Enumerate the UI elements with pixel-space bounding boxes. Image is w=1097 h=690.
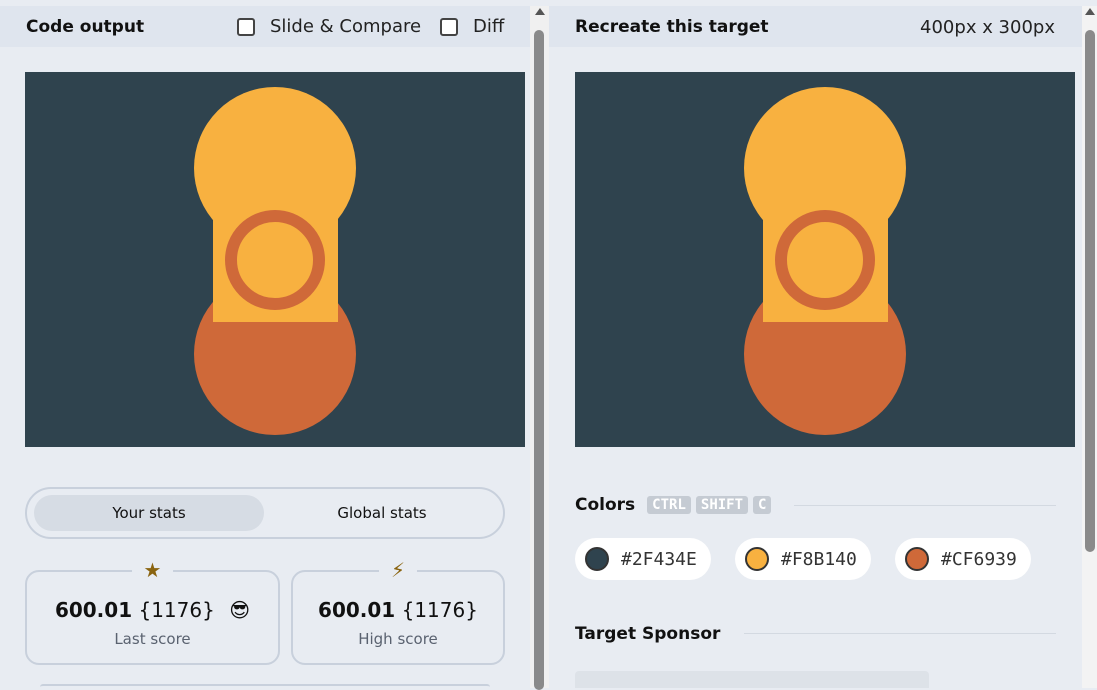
next-card-edge — [40, 684, 490, 690]
color-dot-icon — [905, 547, 929, 571]
key-c: C — [753, 496, 772, 514]
color-swatch-2[interactable]: #F8B140 — [735, 538, 871, 580]
center-ring — [225, 210, 325, 310]
target-panel: Recreate this target 400px x 300px Color… — [549, 0, 1082, 688]
last-score-count: {1176} — [138, 598, 215, 622]
last-score-number: 600.01 — [54, 598, 133, 622]
code-output-title: Code output — [26, 17, 145, 37]
stats-toggle: Your stats Global stats — [25, 487, 505, 539]
key-ctrl: CTRL — [647, 496, 691, 514]
slide-compare-checkbox[interactable] — [237, 17, 255, 36]
key-shift: SHIFT — [695, 496, 749, 514]
sponsor-heading: Target Sponsor — [575, 624, 720, 644]
diff-checkbox[interactable] — [440, 17, 458, 36]
last-score-label: Last score — [114, 630, 191, 648]
color-dot-icon — [585, 547, 609, 571]
code-output-canvas[interactable] — [25, 72, 525, 447]
code-output-panel: Code output Slide & Compare Diff Your st… — [0, 0, 530, 688]
tab-global-stats[interactable]: Global stats — [267, 495, 497, 531]
target-header: Recreate this target 400px x 300px — [549, 6, 1082, 47]
high-score-card: ⚡ 600.01 {1176} High score — [291, 560, 505, 665]
high-score-value: 600.01 {1176} — [293, 598, 503, 622]
sponsor-heading-label: Target Sponsor — [575, 624, 721, 644]
tab-your-stats[interactable]: Your stats — [34, 495, 264, 531]
left-scrollbar-thumb[interactable] — [534, 30, 544, 690]
right-scrollbar-thumb[interactable] — [1085, 30, 1095, 552]
target-dimensions: 400px x 300px — [920, 17, 1055, 38]
colors-heading: Colors CTRL SHIFT C — [575, 495, 772, 515]
color-dot-icon — [745, 547, 769, 571]
target-title: Recreate this target — [575, 17, 769, 37]
color-hex-1: #2F434E — [621, 548, 697, 570]
diff-option[interactable]: Diff — [440, 16, 504, 37]
last-score-card: ★ 600.01 {1176} 😎 Last score — [25, 560, 280, 665]
high-score-label: High score — [358, 630, 438, 648]
left-scroll-up-arrow-icon[interactable] — [535, 8, 545, 15]
color-swatch-3[interactable]: #CF6939 — [895, 538, 1031, 580]
center-ring — [775, 210, 875, 310]
right-scroll-up-arrow-icon[interactable] — [1085, 8, 1095, 15]
colors-divider — [794, 505, 1056, 506]
color-hex-2: #F8B140 — [781, 548, 857, 570]
last-score-value: 600.01 {1176} 😎 — [27, 598, 278, 622]
star-icon: ★ — [131, 560, 174, 580]
lightning-icon: ⚡ — [378, 560, 418, 580]
target-canvas — [575, 72, 1075, 447]
sunglasses-emoji-icon: 😎 — [229, 598, 251, 622]
slide-compare-option[interactable]: Slide & Compare — [237, 16, 421, 37]
sponsor-box[interactable] — [575, 671, 929, 688]
high-score-number: 600.01 — [318, 598, 396, 622]
colors-heading-label: Colors — [575, 495, 636, 515]
color-swatch-1[interactable]: #2F434E — [575, 538, 711, 580]
sponsor-divider — [744, 633, 1056, 634]
diff-label: Diff — [473, 16, 505, 37]
color-hex-3: #CF6939 — [941, 548, 1017, 570]
code-output-header: Code output Slide & Compare Diff — [0, 6, 530, 47]
slide-compare-label: Slide & Compare — [270, 16, 422, 37]
high-score-count: {1176} — [401, 598, 478, 622]
